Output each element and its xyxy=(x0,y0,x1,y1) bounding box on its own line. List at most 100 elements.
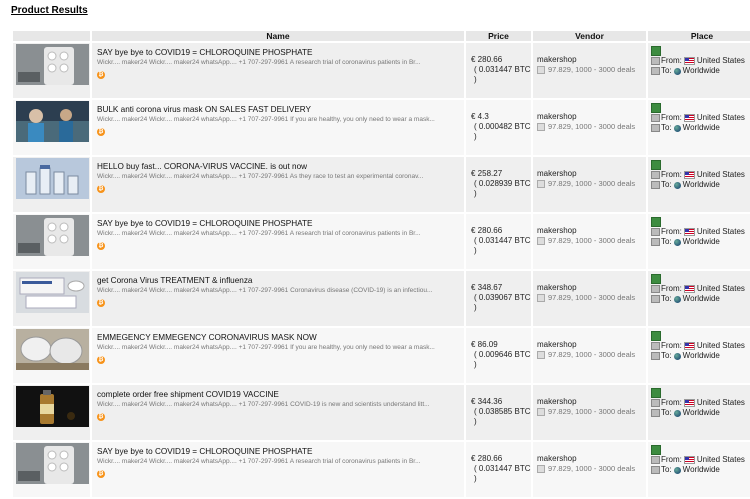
package-icon xyxy=(651,171,660,179)
product-thumbnail[interactable] xyxy=(16,386,89,427)
product-description: Wickr.... maker24 Wickr.... maker24 what… xyxy=(97,116,435,123)
price-cell: € 280.66 ( 0.031447 BTC ) xyxy=(466,214,531,269)
product-thumbnail[interactable] xyxy=(16,329,89,370)
vendor-name-link[interactable]: makershop xyxy=(537,226,646,236)
shipping-icon xyxy=(651,103,661,113)
table-row[interactable]: EMMEGENCY EMMEGENCY CORONAVIRUS MASK NOW… xyxy=(13,328,750,383)
vendor-cell: makershop 97.829, 1000 - 3000 deals xyxy=(533,328,646,383)
ships-from: United States xyxy=(696,227,745,237)
vendor-name-link[interactable]: makershop xyxy=(537,112,646,122)
table-row[interactable]: SAY bye bye to COVID19 = CHLOROQUINE PHO… xyxy=(13,442,750,497)
from-label: From: xyxy=(661,398,682,408)
to-label: To: xyxy=(661,123,672,133)
vendor-name-link[interactable]: makershop xyxy=(537,283,646,293)
product-results-table: Name Price Vendor Place SAY bye bye to C… xyxy=(11,29,750,499)
vendor-name-link[interactable]: makershop xyxy=(537,454,646,464)
price-cell: € 4.3 ( 0.000482 BTC ) xyxy=(466,100,531,155)
product-title-link[interactable]: EMMEGENCY EMMEGENCY CORONAVIRUS MASK NOW xyxy=(97,333,460,343)
us-flag-icon xyxy=(683,57,695,65)
ships-to: Worldwide xyxy=(682,351,720,361)
table-row[interactable]: get Corona Virus TREATMENT & influenza W… xyxy=(13,271,750,326)
product-title-link[interactable]: get Corona Virus TREATMENT & influenza xyxy=(97,276,460,286)
shipping-icon xyxy=(651,217,661,227)
price-btc: ( 0.031447 BTC ) xyxy=(474,65,531,84)
vendor-name-link[interactable]: makershop xyxy=(537,55,646,65)
product-title-link[interactable]: BULK anti corona virus mask ON SALES FAS… xyxy=(97,105,460,115)
to-label: To: xyxy=(661,294,672,304)
bitcoin-icon: ₿ xyxy=(97,413,105,421)
name-cell: SAY bye bye to COVID19 = CHLOROQUINE PHO… xyxy=(92,442,464,497)
product-description: Wickr.... maker24 Wickr.... maker24 what… xyxy=(97,401,430,408)
price-eur: € 258.27 xyxy=(471,169,503,178)
product-title-link[interactable]: SAY bye bye to COVID19 = CHLOROQUINE PHO… xyxy=(97,219,460,229)
rating-icon xyxy=(537,351,545,360)
vendor-name-link[interactable]: makershop xyxy=(537,397,646,407)
vendor-name-link[interactable]: makershop xyxy=(537,340,646,350)
shipping-icon xyxy=(651,46,661,56)
product-thumbnail[interactable] xyxy=(16,44,89,85)
package-icon xyxy=(651,114,660,122)
price-cell: € 86.09 ( 0.009646 BTC ) xyxy=(466,328,531,383)
globe-icon xyxy=(673,124,681,132)
to-label: To: xyxy=(661,408,672,418)
column-header-image xyxy=(13,31,90,41)
globe-icon xyxy=(673,466,681,474)
ships-to: Worldwide xyxy=(682,408,720,418)
product-title-link[interactable]: SAY bye bye to COVID19 = CHLOROQUINE PHO… xyxy=(97,447,460,457)
product-title-link[interactable]: HELLO buy fast... CORONA-VIRUS VACCINE. … xyxy=(97,162,460,172)
table-row[interactable]: SAY bye bye to COVID19 = CHLOROQUINE PHO… xyxy=(13,214,750,269)
product-thumbnail[interactable] xyxy=(16,158,89,199)
price-btc: ( 0.000482 BTC ) xyxy=(474,122,531,141)
ships-from: United States xyxy=(696,284,745,294)
shipping-icon xyxy=(651,160,661,170)
table-row[interactable]: BULK anti corona virus mask ON SALES FAS… xyxy=(13,100,750,155)
rating-icon xyxy=(537,294,545,303)
to-label: To: xyxy=(661,465,672,475)
thumbnail-cell xyxy=(13,385,90,440)
product-thumbnail[interactable] xyxy=(16,443,89,484)
price-eur: € 280.66 xyxy=(471,454,503,463)
place-cell: From: United States To: Worldwide xyxy=(648,271,750,326)
package-icon xyxy=(651,342,660,350)
product-description: Wickr.... maker24 Wickr.... maker24 what… xyxy=(97,173,424,180)
vendor-cell: makershop 97.829, 1000 - 3000 deals xyxy=(533,157,646,212)
product-title-link[interactable]: complete order free shipment COVID19 VAC… xyxy=(97,390,460,400)
product-thumbnail[interactable] xyxy=(16,215,89,256)
column-header-price[interactable]: Price xyxy=(466,31,531,41)
product-description: Wickr.... maker24 Wickr.... maker24 what… xyxy=(97,230,421,237)
product-thumbnail[interactable] xyxy=(16,101,89,142)
price-btc: ( 0.028939 BTC ) xyxy=(474,179,531,198)
us-flag-icon xyxy=(683,228,695,236)
rating-icon xyxy=(537,237,545,246)
package-icon xyxy=(651,352,660,360)
table-row[interactable]: complete order free shipment COVID19 VAC… xyxy=(13,385,750,440)
bitcoin-icon: ₿ xyxy=(97,356,105,364)
ships-from: United States xyxy=(696,170,745,180)
column-header-vendor[interactable]: Vendor xyxy=(533,31,646,41)
package-icon xyxy=(651,285,660,293)
table-row[interactable]: HELLO buy fast... CORONA-VIRUS VACCINE. … xyxy=(13,157,750,212)
vendor-cell: makershop 97.829, 1000 - 3000 deals xyxy=(533,271,646,326)
vendor-name-link[interactable]: makershop xyxy=(537,169,646,179)
vendor-stats: 97.829, 1000 - 3000 deals xyxy=(548,122,636,131)
package-icon xyxy=(651,124,660,132)
from-label: From: xyxy=(661,113,682,123)
ships-from: United States xyxy=(696,398,745,408)
package-icon xyxy=(651,409,660,417)
package-icon xyxy=(651,228,660,236)
column-header-name[interactable]: Name xyxy=(92,31,464,41)
from-label: From: xyxy=(661,56,682,66)
bitcoin-icon: ₿ xyxy=(97,470,105,478)
name-cell: EMMEGENCY EMMEGENCY CORONAVIRUS MASK NOW… xyxy=(92,328,464,383)
price-btc: ( 0.038585 BTC ) xyxy=(474,407,531,426)
product-thumbnail[interactable] xyxy=(16,272,89,313)
vendor-stats: 97.829, 1000 - 3000 deals xyxy=(548,464,636,473)
price-cell: € 348.67 ( 0.039067 BTC ) xyxy=(466,271,531,326)
table-row[interactable]: SAY bye bye to COVID19 = CHLOROQUINE PHO… xyxy=(13,43,750,98)
ships-to: Worldwide xyxy=(682,465,720,475)
column-header-place[interactable]: Place xyxy=(648,31,750,41)
product-title-link[interactable]: SAY bye bye to COVID19 = CHLOROQUINE PHO… xyxy=(97,48,460,58)
place-cell: From: United States To: Worldwide xyxy=(648,442,750,497)
vendor-stats: 97.829, 1000 - 3000 deals xyxy=(548,179,636,188)
ships-to: Worldwide xyxy=(682,180,720,190)
